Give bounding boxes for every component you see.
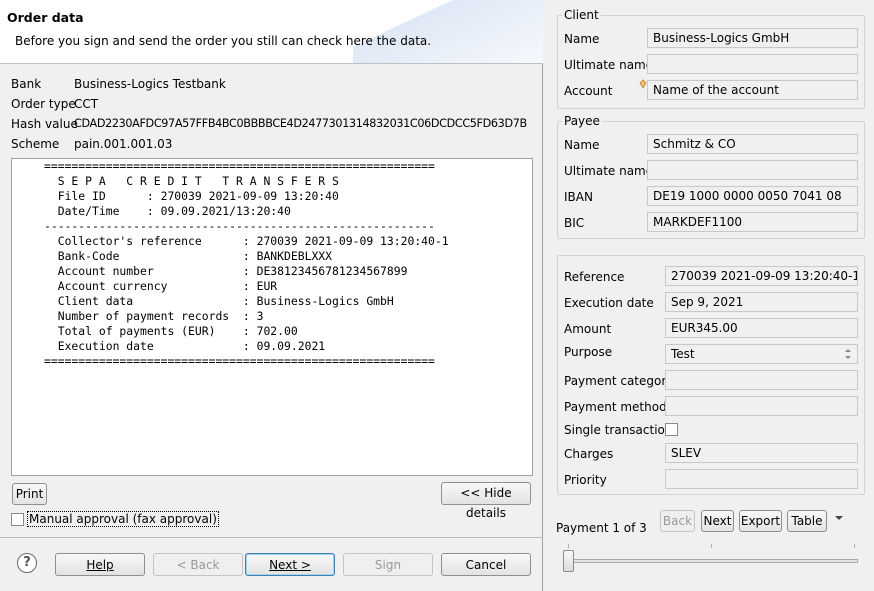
payee-ultimate-name-label: Ultimate name bbox=[564, 164, 654, 178]
order-type-value: CCT bbox=[74, 97, 99, 111]
payment-category-label: Payment category bbox=[564, 374, 674, 388]
sign-button[interactable]: Sign bbox=[343, 553, 433, 576]
single-transaction-checkbox[interactable] bbox=[665, 423, 678, 436]
table-button[interactable]: Table bbox=[787, 510, 827, 532]
amount-field[interactable]: EUR345.00 bbox=[665, 318, 858, 338]
help-icon[interactable]: ? bbox=[17, 553, 37, 573]
payment-category-field[interactable] bbox=[665, 370, 858, 390]
help-button-label: Help bbox=[86, 557, 114, 572]
execution-date-field[interactable]: Sep 9, 2021 bbox=[665, 292, 858, 312]
purpose-field[interactable]: Test bbox=[665, 344, 858, 364]
reference-field[interactable]: 270039 2021-09-09 13:20:40-1-1 bbox=[665, 266, 858, 286]
amount-label: Amount bbox=[564, 322, 612, 336]
cancel-button[interactable]: Cancel bbox=[441, 553, 531, 576]
payment-slider-track[interactable] bbox=[563, 559, 858, 563]
wizard-header: Order data Before you sign and send the … bbox=[0, 0, 543, 64]
payee-ultimate-name-field[interactable] bbox=[647, 160, 858, 180]
charges-field[interactable]: SLEV bbox=[665, 443, 858, 463]
reference-label: Reference bbox=[564, 270, 625, 284]
payment-method-label: Payment method bbox=[564, 400, 667, 414]
back-button[interactable]: < Back bbox=[153, 553, 243, 576]
next-button[interactable]: Next > bbox=[245, 553, 335, 576]
scheme-value: pain.001.001.03 bbox=[74, 137, 173, 151]
slider-tick bbox=[568, 544, 569, 548]
execution-date-label: Execution date bbox=[564, 296, 654, 310]
payee-bic-label: BIC bbox=[564, 216, 585, 230]
charges-label: Charges bbox=[564, 447, 614, 461]
payee-group-title: Payee bbox=[562, 114, 602, 128]
client-name-field[interactable]: Business-Logics GmbH bbox=[647, 28, 858, 48]
payment-next-button[interactable]: Next bbox=[701, 510, 734, 532]
client-ultimate-name-field[interactable] bbox=[647, 54, 858, 74]
slider-tick bbox=[854, 544, 855, 548]
payee-bic-field[interactable]: MARKDEF1100 bbox=[647, 212, 858, 232]
hash-value-label: Hash value bbox=[11, 117, 78, 131]
order-report-text: ========================================… bbox=[44, 159, 449, 368]
header-decoration bbox=[353, 0, 543, 63]
info-marker-icon bbox=[639, 79, 647, 89]
payee-name-field[interactable]: Schmitz & CO bbox=[647, 134, 858, 154]
help-button[interactable]: Help bbox=[55, 553, 145, 576]
payee-iban-label: IBAN bbox=[564, 190, 593, 204]
order-type-label: Order type bbox=[11, 97, 76, 111]
scheme-label: Scheme bbox=[11, 137, 60, 151]
priority-field[interactable] bbox=[665, 469, 858, 489]
client-account-field[interactable]: Name of the account bbox=[647, 80, 858, 100]
client-ultimate-name-label: Ultimate name bbox=[564, 58, 654, 72]
print-button[interactable]: Print bbox=[12, 483, 47, 505]
next-button-label: Next > bbox=[269, 557, 311, 572]
manual-approval-label[interactable]: Manual approval (fax approval) bbox=[27, 511, 219, 527]
footer-separator bbox=[0, 537, 543, 538]
payment-slider-thumb[interactable] bbox=[563, 550, 574, 572]
hash-value: CDAD2230AFDC97A57FFB4BC0BBBBCE4D24773013… bbox=[74, 117, 527, 130]
client-name-label: Name bbox=[564, 32, 600, 46]
order-report-textarea[interactable]: ========================================… bbox=[11, 158, 533, 476]
dropdown-arrow-icon[interactable] bbox=[834, 514, 844, 522]
payee-iban-field[interactable]: DE19 1000 0000 0050 7041 08 bbox=[647, 186, 858, 206]
manual-approval-checkbox[interactable] bbox=[11, 513, 24, 526]
client-group-title: Client bbox=[562, 8, 601, 22]
payment-back-button[interactable]: Back bbox=[660, 510, 695, 532]
client-account-label: Account bbox=[564, 84, 613, 98]
export-button[interactable]: Export bbox=[739, 510, 782, 532]
payee-name-label: Name bbox=[564, 138, 600, 152]
page-subtitle: Before you sign and send the order you s… bbox=[15, 34, 432, 48]
order-data-pane: Order data Before you sign and send the … bbox=[0, 0, 543, 591]
payment-pager-label: Payment 1 of 3 bbox=[556, 521, 647, 535]
purpose-label: Purpose bbox=[564, 345, 613, 359]
payment-method-field[interactable] bbox=[665, 396, 858, 416]
bank-label: Bank bbox=[11, 77, 42, 91]
priority-label: Priority bbox=[564, 473, 607, 487]
slider-tick bbox=[711, 544, 712, 548]
bank-value: Business-Logics Testbank bbox=[74, 77, 226, 91]
single-transaction-label: Single transaction bbox=[564, 423, 673, 437]
purpose-scroll-icon[interactable] bbox=[843, 347, 853, 361]
page-title: Order data bbox=[7, 10, 84, 25]
hide-details-button[interactable]: << Hide details bbox=[441, 482, 531, 520]
